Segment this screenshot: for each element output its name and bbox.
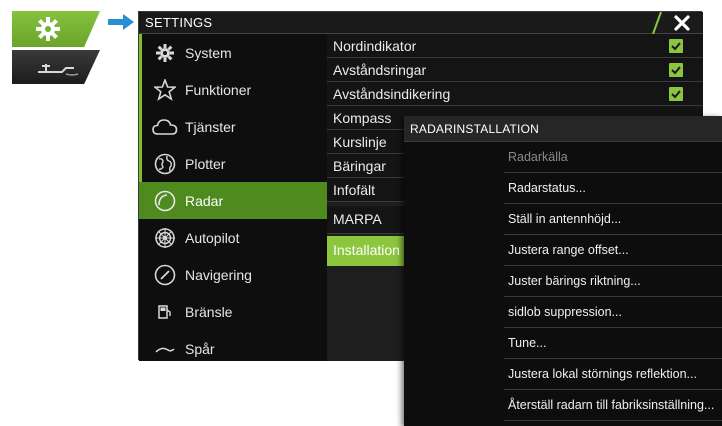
compass-icon [145, 256, 185, 293]
checkbox-checked[interactable] [669, 87, 683, 101]
list-item-label: Infofält [333, 182, 376, 198]
menu-item-range-offset[interactable]: Justera range offset... [504, 235, 722, 266]
close-button[interactable] [643, 12, 703, 34]
list-item-label: Bäringar [333, 158, 386, 174]
globe-icon [145, 145, 185, 182]
track-icon [145, 330, 185, 367]
sidebar-item-label: Tjänster [185, 118, 236, 135]
title-bar: SETTINGS [139, 12, 703, 34]
fuel-icon [145, 293, 185, 330]
menu-item-sidlob-suppression[interactable]: sidlob suppression... [504, 297, 722, 328]
window-title: SETTINGS [145, 15, 213, 30]
close-icon [674, 15, 690, 31]
list-item-avstandsindikering[interactable]: Avståndsindikering [327, 82, 703, 106]
cloud-icon [145, 108, 185, 145]
sidebar-item-bransle[interactable]: Bränsle [139, 293, 327, 330]
dialog-title-bar: RADARINSTALLATION [404, 116, 722, 142]
sidebar-item-plotter[interactable]: Plotter [139, 145, 327, 182]
menu-item-label: Tune... [508, 336, 547, 350]
gear-icon [145, 34, 185, 71]
sidebar-item-label: Radar [185, 192, 224, 209]
sidebar-item-tjanster[interactable]: Tjänster [139, 108, 327, 145]
menu-item-label: sidlob suppression... [508, 305, 622, 319]
settings-sidebar: System Funktioner Tjänster Plotter Radar [139, 34, 327, 361]
sidebar-item-autopilot[interactable]: Autopilot [139, 219, 327, 256]
settings-tile[interactable] [12, 11, 100, 47]
list-item-label: Nordindikator [333, 38, 417, 54]
menu-item-barings-riktning[interactable]: Juster bärings riktning... [504, 266, 722, 297]
menu-item-label: Radarstatus... [508, 181, 586, 195]
sidebar-item-funktioner[interactable]: Funktioner [139, 71, 327, 108]
helm-icon [145, 219, 185, 256]
list-item-avstandsringar[interactable]: Avståndsringar [327, 58, 703, 82]
check-icon [671, 90, 681, 99]
list-item-label: Kurslinje [333, 134, 387, 150]
sidebar-item-label: Bränsle [185, 303, 233, 320]
sidebar-item-label: System [185, 44, 232, 61]
arrow-right-icon [108, 14, 134, 30]
check-icon [671, 42, 681, 51]
menu-item-fabriksinstallning[interactable]: Återställ radarn till fabriksinställning… [504, 390, 722, 421]
dialog-title: RADARINSTALLATION [410, 122, 539, 136]
sidebar-item-label: Funktioner [185, 81, 252, 98]
vessel-icon [38, 64, 79, 76]
checkbox-checked[interactable] [669, 39, 683, 53]
sidebar-item-spar[interactable]: Spår [139, 330, 327, 367]
menu-item-label: Ställ in antennhöjd... [508, 212, 622, 226]
sidebar-item-label: Navigering [185, 266, 252, 283]
list-item-label: MARPA [333, 211, 382, 227]
menu-item-label: Återställ radarn till fabriksinställning… [508, 398, 715, 412]
vessel-tile[interactable] [12, 50, 100, 84]
checkbox-checked[interactable] [669, 63, 683, 77]
sidebar-item-system[interactable]: System [139, 34, 327, 71]
list-item-nordindikator[interactable]: Nordindikator [327, 34, 703, 58]
menu-item-label: Radarkälla [508, 150, 568, 164]
menu-item-tune[interactable]: Tune... [504, 328, 722, 359]
list-item-label: Avståndsindikering [333, 86, 451, 102]
star-icon [145, 71, 185, 108]
sidebar-item-label: Plotter [185, 155, 226, 172]
menu-item-label: Juster bärings riktning... [508, 274, 641, 288]
list-item-label: Installation [333, 242, 400, 258]
sidebar-item-radar[interactable]: Radar [139, 182, 327, 219]
menu-item-radarkalla: Radarkälla [504, 142, 722, 173]
radar-installation-dialog: RADARINSTALLATION Radarkälla Radarstatus… [404, 116, 722, 426]
sidebar-item-navigering[interactable]: Navigering [139, 256, 327, 293]
gear-icon [36, 17, 60, 41]
menu-item-antennhojd[interactable]: Ställ in antennhöjd... [504, 204, 722, 235]
radar-icon [145, 182, 185, 219]
list-item-label: Kompass [333, 110, 392, 126]
menu-item-label: Justera lokal störnings reflektion... [508, 367, 697, 381]
menu-item-storning-reflektion[interactable]: Justera lokal störnings reflektion... [504, 359, 722, 390]
menu-item-radarstatus[interactable]: Radarstatus... [504, 173, 722, 204]
sidebar-item-label: Spår [185, 340, 215, 357]
menu-item-label: Justera range offset... [508, 243, 629, 257]
check-icon [671, 66, 681, 75]
sidebar-item-label: Autopilot [185, 229, 240, 246]
list-item-label: Avståndsringar [333, 62, 427, 78]
